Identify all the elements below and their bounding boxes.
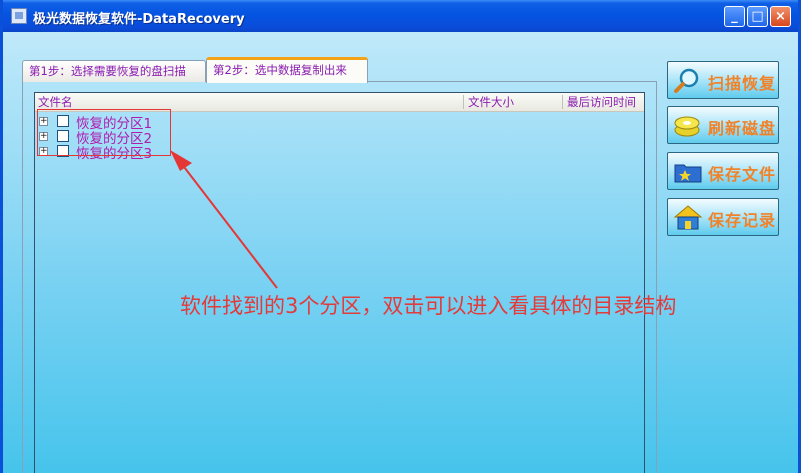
save-file-label: 保存文件 (708, 165, 777, 184)
scan-recover-button[interactable]: 扫描恢复 (667, 61, 779, 99)
refresh-disk-label: 刷新磁盘 (708, 119, 777, 138)
house-icon (673, 205, 703, 230)
scan-recover-label: 扫描恢复 (708, 74, 777, 93)
save-file-button[interactable]: 保存文件 (667, 152, 779, 190)
refresh-disk-button[interactable]: 刷新磁盘 (667, 106, 779, 144)
folder-star-icon (674, 164, 702, 183)
annotation-text: 软件找到的3个分区，双击可以进入看具体的目录结构 (180, 294, 677, 318)
save-record-button[interactable]: 保存记录 (667, 198, 779, 236)
disk-stack-icon (674, 116, 700, 137)
magnifier-icon (674, 68, 699, 93)
save-record-label: 保存记录 (708, 211, 777, 230)
